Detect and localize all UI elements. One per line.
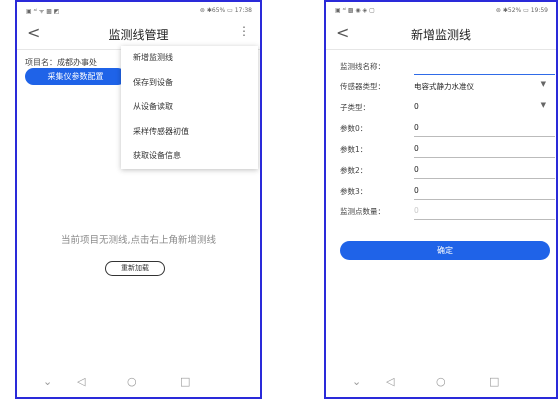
system-nav-bar: ⌄ ◁ ○ □ xyxy=(326,373,556,393)
menu-item-read-from-device[interactable]: 从设备读取 xyxy=(121,95,258,120)
param3-underline xyxy=(414,199,555,200)
status-icons-right: ⊚ ✱52% ▭ 19:59 xyxy=(495,7,548,14)
param3-label: 参数3： xyxy=(340,187,368,196)
param1-label: 参数1： xyxy=(340,145,368,154)
system-nav-bar: ⌄ ◁ ○ □ xyxy=(17,373,260,393)
subtype-select[interactable]: 0 xyxy=(414,102,419,111)
form-row-subtype: 子类型： 0 ▼ xyxy=(340,98,555,119)
param3-input[interactable]: 0 xyxy=(414,186,419,195)
right-phone-screen: ▣ ᵃˡ ▩ ◉ ◈ ▢ ⊚ ✱52% ▭ 19:59 < 新增监测线 监测线名… xyxy=(324,0,558,399)
param1-underline xyxy=(414,157,555,158)
param0-underline xyxy=(414,136,555,137)
menu-item-save-to-device[interactable]: 保存到设备 xyxy=(121,71,258,96)
nav-down-icon[interactable]: ⌄ xyxy=(352,375,361,388)
status-icons-left: ▣ ᵃˡ ᯤ ▩ ◩ xyxy=(26,8,60,15)
nav-home-icon[interactable]: ○ xyxy=(127,375,137,388)
point-count-input[interactable]: 0 xyxy=(414,206,419,215)
dropdown-icon[interactable]: ▼ xyxy=(541,80,546,88)
subtype-label: 子类型： xyxy=(340,103,370,112)
project-name-label: 项目名：成都办事处 xyxy=(25,58,97,67)
overflow-menu: 新增监测线 保存到设备 从设备读取 采样传感器初值 获取设备信息 xyxy=(121,46,258,169)
sensor-type-label: 传感器类型： xyxy=(340,82,385,91)
empty-state-message: 当前项目无测线,点击右上角新增测线 xyxy=(60,235,217,246)
param0-input[interactable]: 0 xyxy=(414,123,419,132)
form-row-sensor-type: 传感器类型： 电容式静力水准仪 ▼ xyxy=(340,77,555,98)
more-icon[interactable]: ⋮ xyxy=(238,24,250,38)
page-title: 新增监测线 xyxy=(410,28,471,42)
nav-down-icon[interactable]: ⌄ xyxy=(43,375,52,388)
menu-item-add-line[interactable]: 新增监测线 xyxy=(121,46,258,71)
status-icons-left: ▣ ᵃˡ ▩ ◉ ◈ ▢ xyxy=(335,7,375,14)
param2-underline xyxy=(414,178,555,179)
reload-button[interactable]: 重新加载 xyxy=(105,261,165,276)
line-name-label: 监测线名称： xyxy=(340,62,385,71)
point-count-underline xyxy=(414,219,555,220)
param2-input[interactable]: 0 xyxy=(414,165,419,174)
form-row-param3: 参数3： 0 xyxy=(340,182,555,203)
left-phone-screen: ▣ ᵃˡ ᯤ ▩ ◩ ⊚ ✱65% ▭ 17:38 < 监测线管理 ⋮ 项目名：… xyxy=(15,0,262,399)
form-row-point-count: 监测点数量： 0 xyxy=(340,202,555,223)
status-bar: ▣ ᵃˡ ▩ ◉ ◈ ▢ ⊚ ✱52% ▭ 19:59 xyxy=(326,2,556,17)
line-name-input[interactable] xyxy=(414,74,555,75)
dropdown-icon[interactable]: ▼ xyxy=(541,101,546,109)
point-count-label: 监测点数量： xyxy=(340,207,385,216)
menu-item-device-info[interactable]: 获取设备信息 xyxy=(121,144,258,169)
param0-label: 参数0： xyxy=(340,124,368,133)
menu-item-sample-initial[interactable]: 采样传感器初值 xyxy=(121,120,258,145)
form-row-line-name: 监测线名称： xyxy=(340,57,555,78)
status-icons-right: ⊚ ✱65% ▭ 17:38 xyxy=(199,7,252,14)
form-row-param0: 参数0： 0 xyxy=(340,119,555,140)
param1-input[interactable]: 0 xyxy=(414,144,419,153)
nav-recent-icon[interactable]: □ xyxy=(180,375,190,388)
param2-label: 参数2： xyxy=(340,166,368,175)
sensor-type-select[interactable]: 电容式静力水准仪 xyxy=(414,81,474,92)
nav-recent-icon[interactable]: □ xyxy=(489,375,499,388)
form-row-param1: 参数1： 0 xyxy=(340,140,555,161)
confirm-button[interactable]: 确定 xyxy=(340,241,550,260)
form-row-param2: 参数2： 0 xyxy=(340,161,555,182)
status-bar: ▣ ᵃˡ ᯤ ▩ ◩ ⊚ ✱65% ▭ 17:38 xyxy=(17,2,260,17)
nav-back-icon[interactable]: ◁ xyxy=(386,375,394,388)
collector-config-button[interactable]: 采集仪参数配置 xyxy=(25,68,126,85)
page-title: 监测线管理 xyxy=(108,28,169,42)
nav-back-icon[interactable]: ◁ xyxy=(77,375,85,388)
title-bar: < 新增监测线 xyxy=(326,20,556,50)
nav-home-icon[interactable]: ○ xyxy=(436,375,446,388)
